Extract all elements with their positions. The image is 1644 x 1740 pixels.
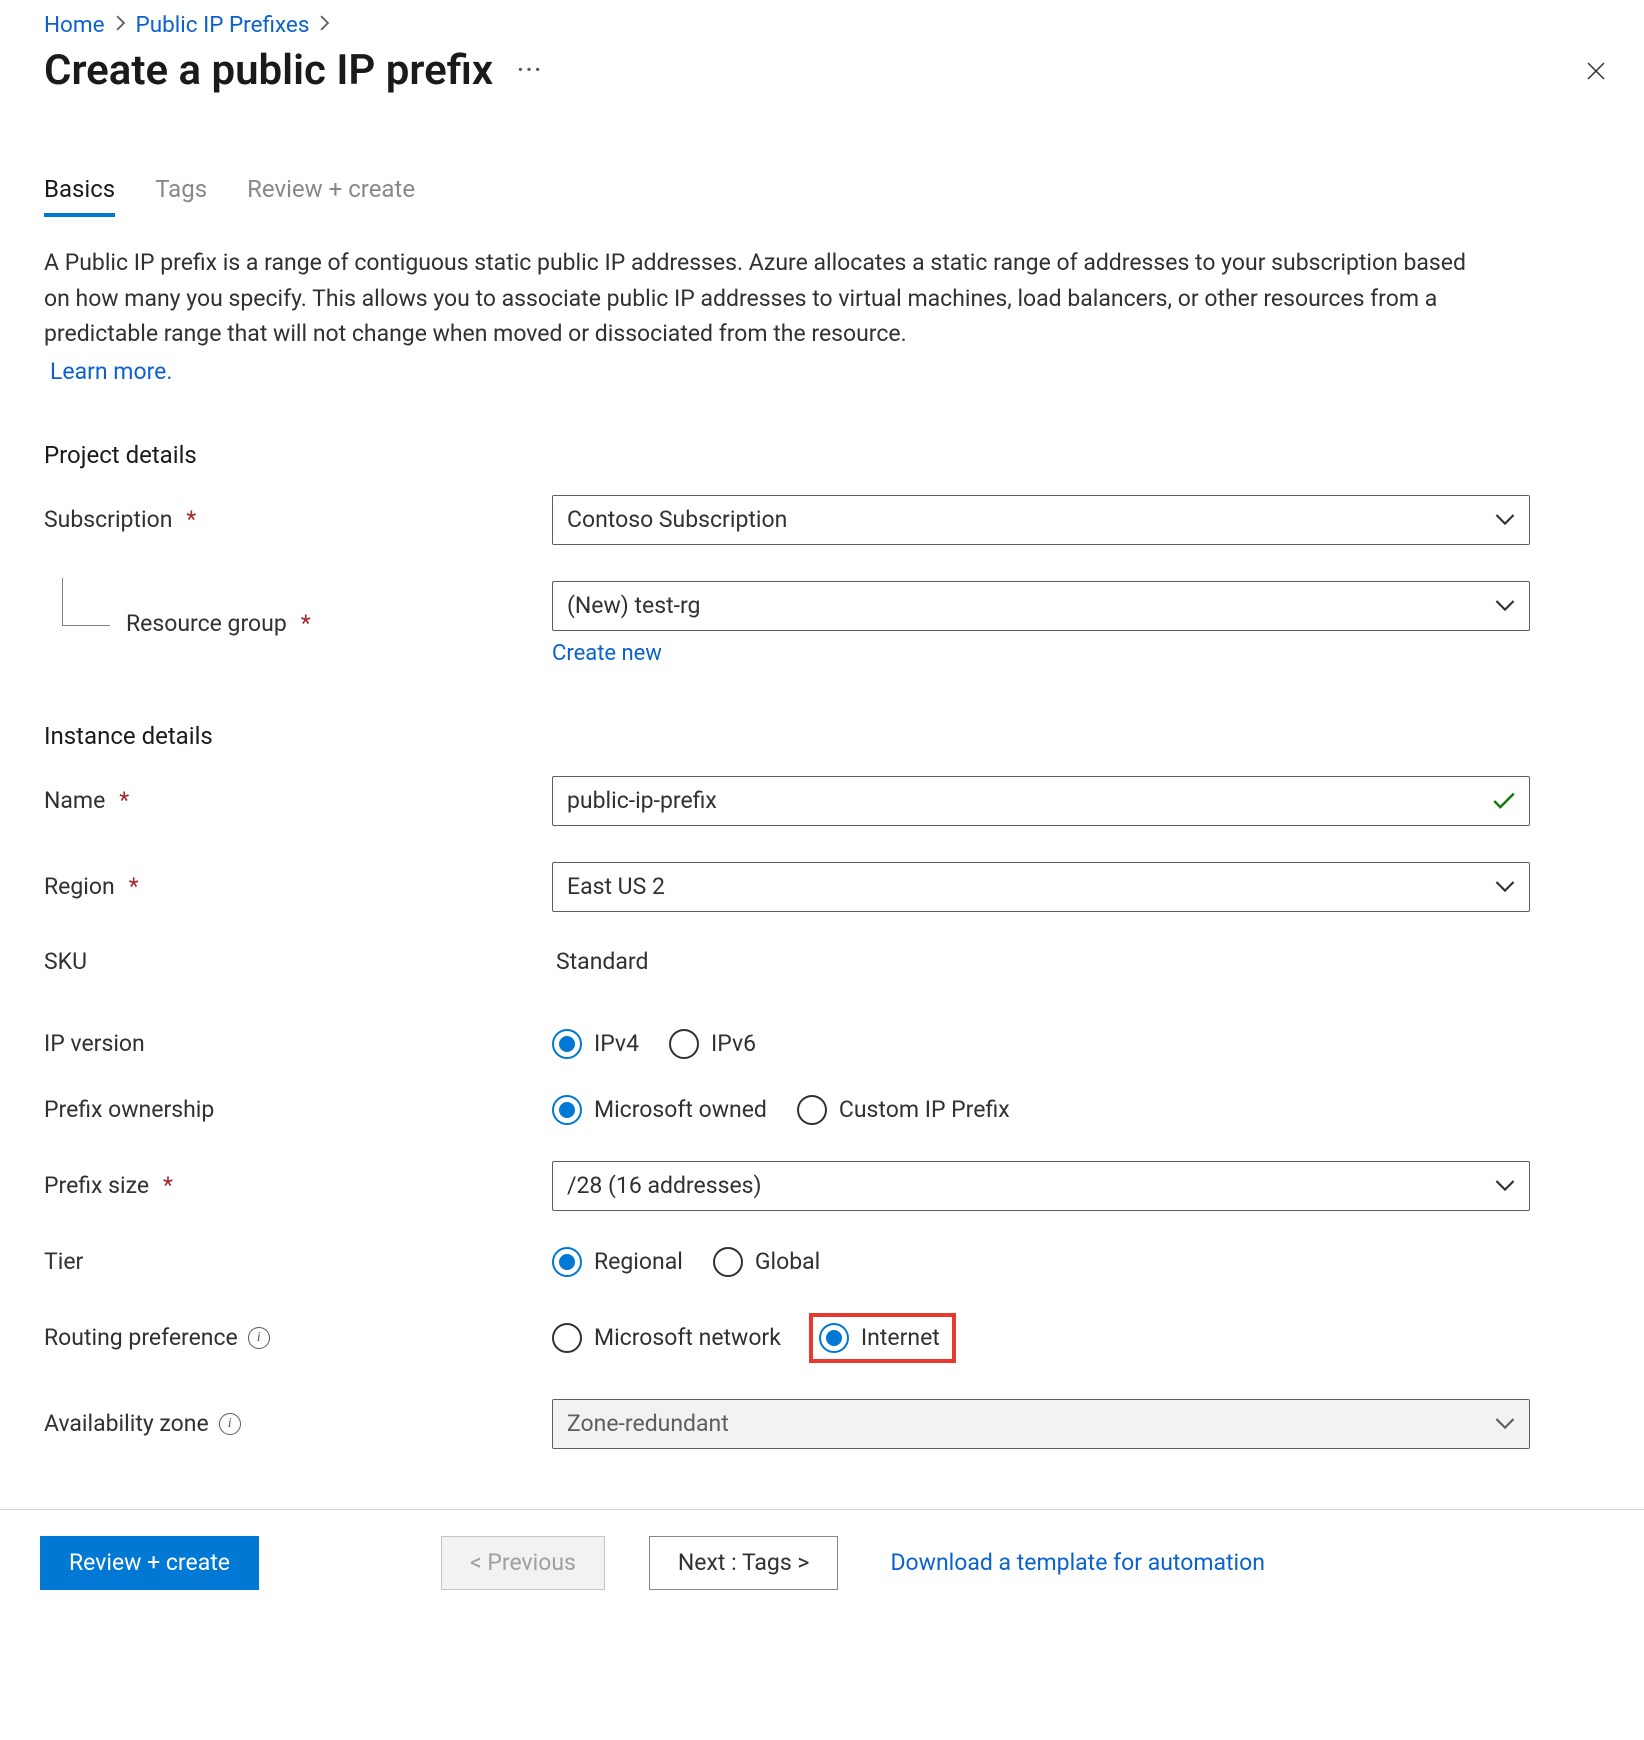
region-select[interactable]: East US 2 [552, 862, 1530, 912]
chevron-down-icon [1495, 1417, 1515, 1431]
breadcrumb-home[interactable]: Home [44, 12, 105, 38]
radio-microsoft-network[interactable]: Microsoft network [552, 1323, 781, 1353]
previous-button: < Previous [441, 1536, 605, 1590]
tabs: Basics Tags Review + create [44, 175, 1608, 217]
create-new-link[interactable]: Create new [552, 641, 1530, 666]
subscription-select[interactable]: Contoso Subscription [552, 495, 1530, 545]
tab-review[interactable]: Review + create [247, 175, 415, 217]
close-icon[interactable] [1584, 59, 1608, 83]
chevron-down-icon [1495, 1179, 1515, 1193]
next-button[interactable]: Next : Tags > [649, 1536, 839, 1590]
more-icon[interactable]: ··· [517, 58, 543, 83]
label-subscription: Subscription* [44, 506, 552, 533]
highlight-box: Internet [809, 1313, 956, 1363]
radio-internet[interactable]: Internet [819, 1323, 940, 1353]
tab-basics[interactable]: Basics [44, 175, 115, 217]
info-icon[interactable]: i [248, 1327, 270, 1349]
prefix-size-select[interactable]: /28 (16 addresses) [552, 1161, 1530, 1211]
breadcrumb: Home Public IP Prefixes [44, 12, 1608, 38]
chevron-down-icon [1495, 599, 1515, 613]
breadcrumb-prefixes[interactable]: Public IP Prefixes [136, 12, 310, 38]
footer: Review + create < Previous Next : Tags >… [0, 1509, 1644, 1620]
label-ip-version: IP version [44, 1030, 552, 1057]
page-title: Create a public IP prefix [44, 46, 493, 95]
label-prefix-ownership: Prefix ownership [44, 1096, 552, 1123]
availability-zone-select: Zone-redundant [552, 1399, 1530, 1449]
label-routing-preference: Routing preference i [44, 1324, 552, 1351]
radio-ipv4[interactable]: IPv4 [552, 1029, 639, 1059]
tab-tags[interactable]: Tags [155, 175, 207, 217]
radio-custom-ip-prefix[interactable]: Custom IP Prefix [797, 1095, 1010, 1125]
label-region: Region* [44, 873, 552, 900]
radio-regional[interactable]: Regional [552, 1247, 683, 1277]
name-input[interactable]: public-ip-prefix [552, 776, 1530, 826]
label-prefix-size: Prefix size* [44, 1172, 552, 1199]
label-resource-group: Resource group* [44, 610, 552, 637]
review-create-button[interactable]: Review + create [40, 1536, 259, 1590]
checkmark-icon [1493, 792, 1515, 810]
sku-value: Standard [552, 948, 1530, 975]
radio-ipv6[interactable]: IPv6 [669, 1029, 756, 1059]
radio-microsoft-owned[interactable]: Microsoft owned [552, 1095, 767, 1125]
chevron-right-icon [319, 15, 330, 36]
chevron-right-icon [115, 15, 126, 36]
chevron-down-icon [1495, 513, 1515, 527]
chevron-down-icon [1495, 880, 1515, 894]
label-availability-zone: Availability zone i [44, 1410, 552, 1437]
label-tier: Tier [44, 1248, 552, 1275]
resource-group-select[interactable]: (New) test-rg [552, 581, 1530, 631]
radio-global[interactable]: Global [713, 1247, 820, 1277]
section-instance-details: Instance details [44, 722, 1608, 750]
info-icon[interactable]: i [219, 1413, 241, 1435]
label-name: Name* [44, 787, 552, 814]
section-project-details: Project details [44, 441, 1608, 469]
download-template-link[interactable]: Download a template for automation [890, 1549, 1264, 1576]
learn-more-link[interactable]: Learn more. [50, 358, 172, 385]
label-sku: SKU [44, 948, 552, 975]
intro-text: A Public IP prefix is a range of contigu… [44, 245, 1484, 352]
